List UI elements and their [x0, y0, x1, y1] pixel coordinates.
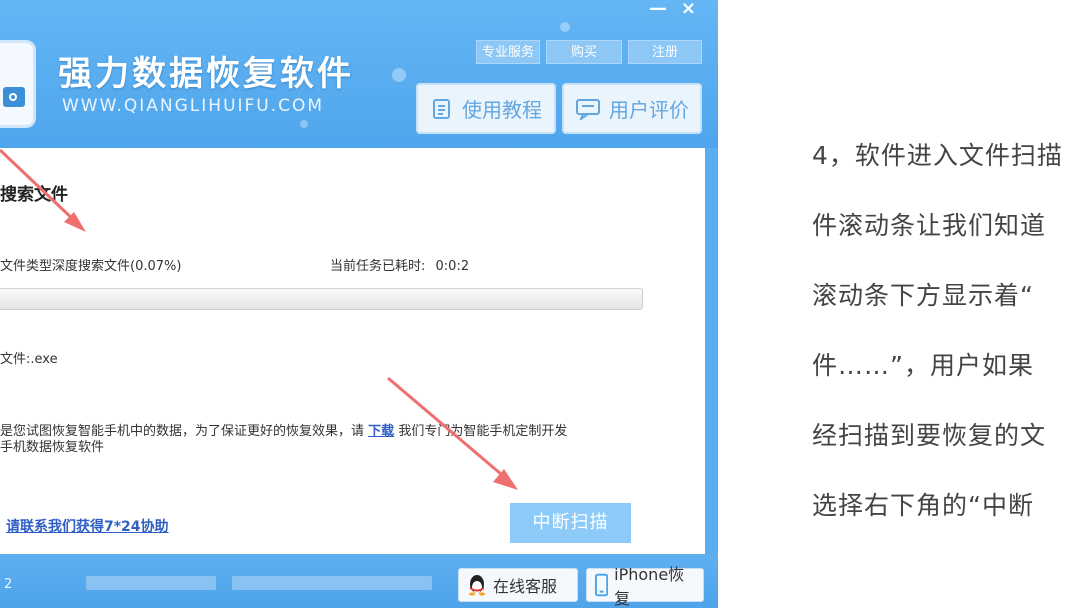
- register-link[interactable]: 注册: [628, 40, 702, 64]
- scan-panel: 搜索文件 文件类型深度搜索文件(0.07%) 当前任务已耗时: 0:0:2 文件…: [0, 148, 705, 554]
- support-link[interactable]: 请联系我们获得7*24协助: [6, 516, 169, 536]
- scan-status-text: 文件类型深度搜索文件(0.07%): [0, 259, 182, 274]
- window-controls: — ×: [649, 0, 696, 20]
- doc-line: 经扫描到要恢复的文: [812, 421, 1047, 450]
- user-review-button[interactable]: 用户评价: [562, 83, 702, 134]
- purchase-link[interactable]: 购买: [546, 40, 622, 64]
- doc-line: 件滚动条让我们知道: [812, 211, 1047, 240]
- download-link[interactable]: 下载: [368, 424, 394, 439]
- decoration-dot: [300, 120, 308, 128]
- elapsed-label: 当前任务已耗时:: [330, 259, 426, 274]
- close-button[interactable]: ×: [681, 0, 696, 20]
- elapsed-value: 0:0:2: [435, 259, 470, 274]
- smartphone-notice: 是您试图恢复智能手机中的数据，为了保证更好的恢复效果，请 下载 我们专门为智能手…: [0, 424, 650, 456]
- app-url: WWW.QIANGLIHUIFU.COM: [62, 96, 325, 116]
- stop-scan-button[interactable]: 中断扫描: [510, 503, 631, 543]
- tutorial-button[interactable]: 使用教程: [416, 83, 556, 134]
- disk-icon: [3, 87, 25, 107]
- blurred-text: [86, 576, 216, 590]
- doc-line: 选择右下角的“中断: [812, 491, 1034, 520]
- notice-line2: 手机数据恢复软件: [0, 440, 105, 455]
- qq-penguin-icon: [469, 575, 485, 596]
- pro-service-link[interactable]: 专业服务: [476, 40, 540, 64]
- review-label: 用户评价: [609, 98, 689, 122]
- online-service-button[interactable]: 在线客服: [458, 568, 578, 602]
- iphone-recovery-label: iPhone恢复: [614, 565, 685, 608]
- document-icon: [433, 98, 450, 119]
- section-title: 搜索文件: [0, 185, 68, 205]
- notice-suffix: 我们专门为智能手机定制开发: [398, 424, 568, 439]
- tutorial-label: 使用教程: [462, 98, 542, 122]
- app-header: — × 强力数据恢复软件 WWW.QIANGLIHUIFU.COM 专业服务 购…: [0, 0, 718, 148]
- app-footer: 2 在线客服 iPhone恢复: [0, 554, 718, 608]
- notice-prefix: 是您试图恢复智能手机中的数据，为了保证更好的恢复效果，请: [0, 424, 365, 439]
- doc-line: 4，软件进入文件扫描: [812, 141, 1063, 170]
- minimize-button[interactable]: —: [649, 0, 667, 20]
- app-window: — × 强力数据恢复软件 WWW.QIANGLIHUIFU.COM 专业服务 购…: [0, 0, 718, 608]
- decoration-dot: [560, 22, 570, 32]
- app-title: 强力数据恢复软件: [58, 54, 354, 94]
- scan-progress-bar: [0, 288, 643, 310]
- doc-line: 滚动条下方显示着“: [812, 281, 1034, 310]
- comment-icon: [576, 98, 600, 120]
- doc-line: 件……”，用户如果: [812, 351, 1034, 380]
- app-logo: [0, 40, 36, 128]
- online-service-label: 在线客服: [493, 577, 558, 596]
- elapsed-time: 当前任务已耗时: 0:0:2: [330, 255, 469, 274]
- iphone-recovery-button[interactable]: iPhone恢复: [586, 565, 704, 608]
- blurred-text: [232, 576, 432, 590]
- current-file-text: 文件:.exe: [0, 352, 58, 367]
- decoration-dot: [392, 68, 406, 82]
- version-text: 2: [4, 577, 13, 592]
- phone-icon: [595, 573, 609, 597]
